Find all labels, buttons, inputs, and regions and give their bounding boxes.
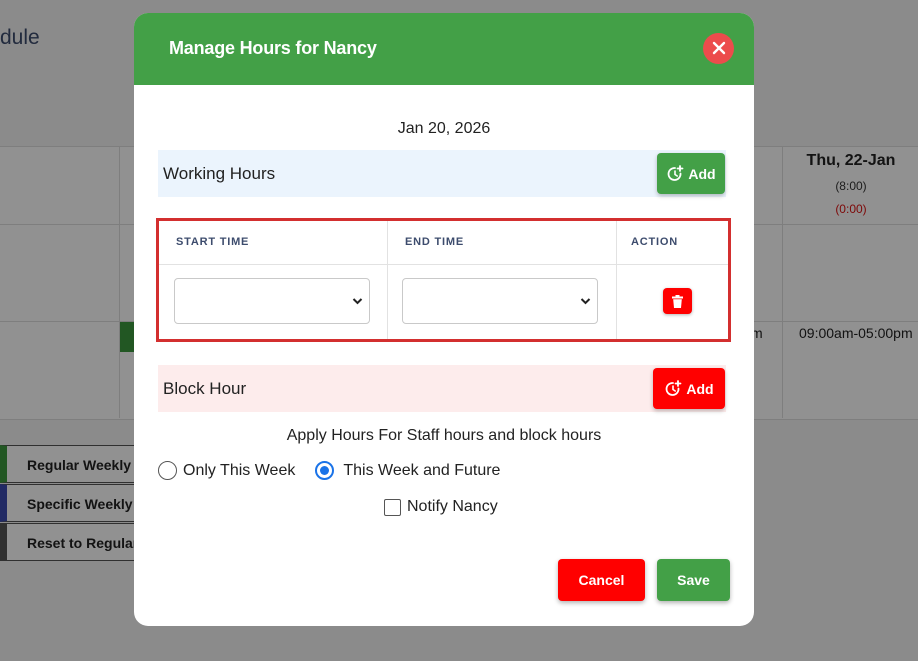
only-this-week-label[interactable]: Only This Week bbox=[183, 462, 295, 480]
notify-checkbox[interactable] bbox=[384, 498, 401, 516]
close-button[interactable] bbox=[703, 33, 734, 64]
add-working-hours-button[interactable]: Add bbox=[657, 153, 725, 194]
apply-hours-label: Apply Hours For Staff hours and block ho… bbox=[286, 427, 602, 444]
table-column-divider bbox=[616, 221, 617, 339]
working-hours-section: Working Hours Add bbox=[158, 150, 726, 197]
add-label: Add bbox=[688, 165, 716, 182]
clock-plus-icon bbox=[668, 164, 684, 181]
chevron-down-icon bbox=[580, 298, 591, 305]
trash-icon bbox=[672, 294, 683, 308]
this-week-and-future-radio[interactable] bbox=[315, 461, 335, 480]
clock-plus-icon bbox=[666, 379, 682, 396]
end-time-select[interactable] bbox=[402, 278, 598, 324]
close-icon bbox=[712, 41, 725, 55]
notify-option: Notify Nancy bbox=[384, 498, 498, 516]
block-hour-label: Block Hour bbox=[163, 378, 247, 398]
table-column-divider bbox=[387, 221, 388, 339]
modal-header: Manage Hours for Nancy bbox=[134, 13, 754, 85]
table-row-divider bbox=[159, 264, 728, 265]
only-this-week-radio[interactable] bbox=[158, 461, 177, 480]
this-week-and-future-label[interactable]: This Week and Future bbox=[343, 462, 500, 480]
manage-hours-modal: Manage Hours for Nancy Jan 20, 2026 Work… bbox=[134, 13, 754, 626]
column-header-start-time: START TIME bbox=[176, 236, 250, 248]
modal-title: Manage Hours for Nancy bbox=[169, 38, 377, 58]
column-header-end-time: END TIME bbox=[405, 236, 464, 248]
notify-label[interactable]: Notify Nancy bbox=[407, 498, 498, 516]
hours-table: START TIME END TIME ACTION bbox=[156, 218, 731, 342]
apply-scope-options: Only This Week This Week and Future bbox=[158, 461, 500, 480]
block-hour-section: Block Hour Add bbox=[158, 365, 726, 412]
add-label: Add bbox=[686, 380, 714, 397]
start-time-select[interactable] bbox=[174, 278, 370, 324]
save-button[interactable]: Save bbox=[657, 559, 730, 601]
chevron-down-icon bbox=[352, 298, 363, 305]
cancel-button[interactable]: Cancel bbox=[558, 559, 645, 601]
add-block-hour-button[interactable]: Add bbox=[653, 368, 725, 409]
working-hours-label: Working Hours bbox=[163, 163, 276, 183]
selected-date: Jan 20, 2026 bbox=[397, 120, 491, 137]
delete-row-button[interactable] bbox=[663, 288, 692, 314]
column-header-action: ACTION bbox=[631, 236, 678, 248]
